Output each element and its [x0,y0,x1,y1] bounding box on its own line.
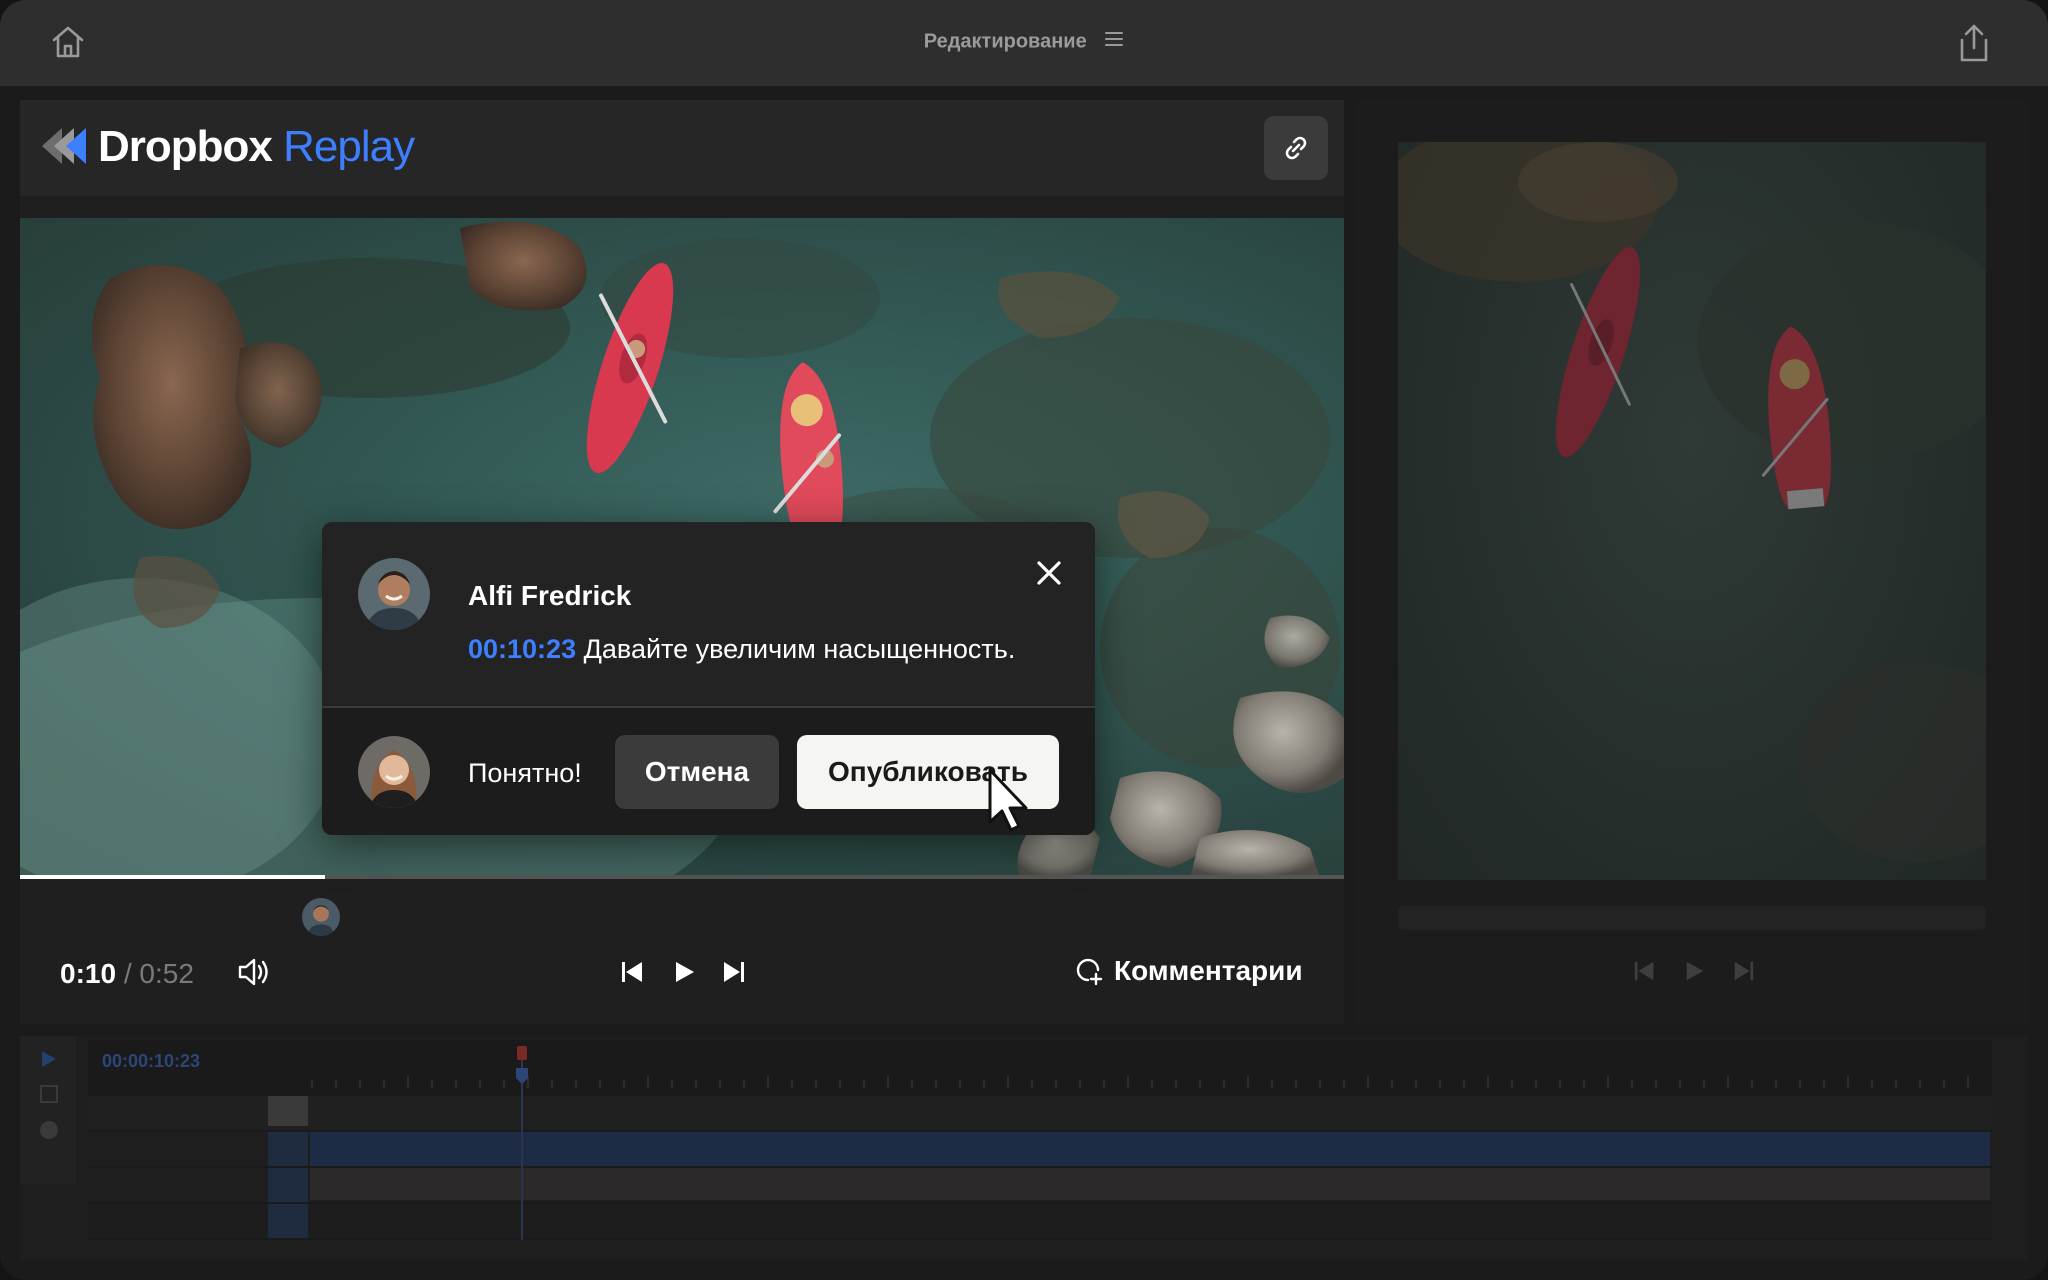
timeline-tools [20,1036,76,1184]
logo-word-dropbox: Dropbox [98,122,273,171]
current-time: 0:10 [60,958,117,989]
side-progress-bar [1398,906,1986,930]
app-window: Редактирование Dropbox Replay 0:10 / 0:5… [0,0,2048,1280]
comment-body: 00:10:23 Давайте увеличим насыщенность. [468,634,1015,665]
side-step-back-icon [1632,958,1658,984]
comment-timestamp[interactable]: 00:10:23 [468,634,576,664]
timeline-stop-icon[interactable] [39,1084,59,1104]
timeline-record-icon[interactable] [39,1120,59,1140]
menu-icon[interactable] [1104,30,1124,54]
author-avatar [358,558,430,630]
comments-button[interactable]: Комментарии [1074,955,1303,987]
comment-popup: Alfi Fredrick 00:10:23 Давайте увеличим … [322,522,1095,835]
reply-input[interactable]: Понятно! [468,758,582,789]
player-controls [20,880,1344,1024]
reply-avatar [358,736,430,808]
duration: 0:52 [139,958,194,989]
progress-fill [20,875,325,879]
link-icon [1285,136,1307,160]
volume-icon[interactable] [236,956,272,988]
close-icon[interactable] [1032,556,1066,590]
add-comment-icon [1076,958,1103,986]
replay-logo-icon [42,128,86,164]
copy-link-button[interactable] [1264,116,1328,180]
window-title-text: Редактирование [923,30,1087,53]
side-play-icon [1682,958,1708,984]
time-display: 0:10 / 0:52 [60,958,194,990]
comment-author: Alfi Fredrick [468,580,632,611]
timeline-area[interactable] [88,1040,1992,1240]
window-title[interactable]: Редактирование [0,30,2048,54]
side-preview-image [1398,142,1986,862]
comment-marker-avatar[interactable] [302,898,340,936]
comments-label: Комментарии [1114,955,1303,986]
play-icon[interactable] [672,958,698,986]
timeline-ruler [88,1046,1992,1240]
cursor-icon [986,766,1032,836]
logo-word-replay: Replay [283,122,415,171]
cancel-button[interactable]: Отмена [615,735,779,809]
share-icon[interactable] [1954,22,1994,64]
step-forward-icon[interactable] [720,958,746,986]
title-bar: Редактирование [0,0,2048,86]
comment-text: Давайте увеличим насыщенность. [576,634,1016,664]
timeline-play-icon[interactable] [40,1050,58,1068]
side-preview-frame [1398,142,1986,880]
timeline-timecode: 00:00:10:23 [102,1051,201,1071]
step-back-icon[interactable] [620,958,646,986]
time-separator: / [116,958,140,989]
dropbox-replay-logo: Dropbox Replay [40,120,460,176]
side-step-forward-icon [1730,958,1756,984]
logo-wordmark: Dropbox Replay [98,122,415,172]
